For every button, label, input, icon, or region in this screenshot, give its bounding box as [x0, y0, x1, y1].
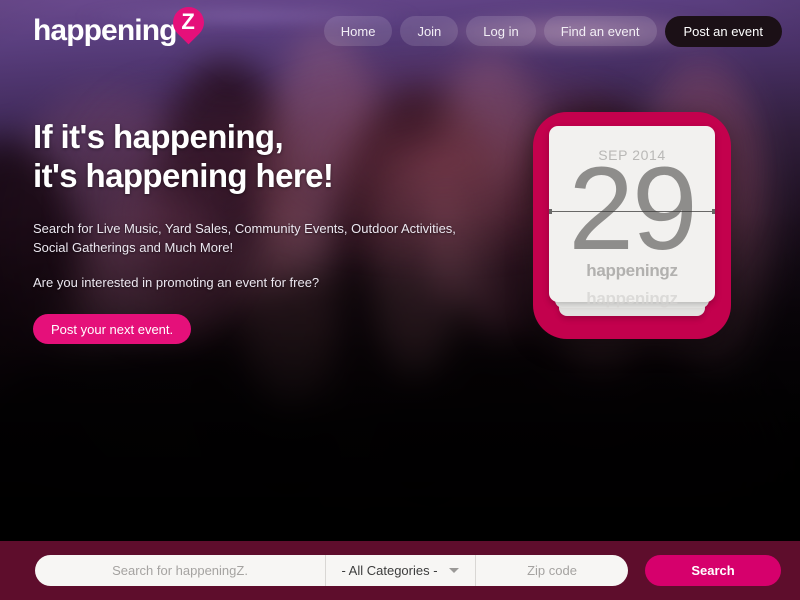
search-field-group: - All Categories -	[35, 555, 628, 586]
headline-line-2: it's happening here!	[33, 156, 334, 194]
hero-subcopy-primary: Search for Live Music, Yard Sales, Commu…	[33, 220, 456, 255]
search-bar: - All Categories - Search	[0, 541, 800, 600]
category-select[interactable]: - All Categories -	[326, 555, 475, 586]
logo-wordmark: happening	[33, 14, 177, 47]
nav-item-post-an-event[interactable]: Post an event	[664, 15, 782, 47]
logo-pin-letter: Z	[181, 9, 195, 34]
headline-line-1: If it's happening,	[33, 118, 284, 155]
calendar-front-page: SEP 2014 29 happeningz	[549, 126, 715, 302]
calendar-flip-hinge	[549, 209, 715, 214]
landing-page: happening Z Home Join Log in Find an eve…	[0, 0, 800, 600]
category-select-label: - All Categories -	[341, 563, 438, 578]
zip-code-input[interactable]	[476, 555, 628, 586]
map-pin-icon: Z	[166, 0, 210, 47]
site-header: happening Z Home Join Log in Find an eve…	[0, 0, 800, 62]
nav-item-log-in[interactable]: Log in	[466, 16, 536, 46]
search-input[interactable]	[35, 555, 325, 586]
hero-subcopy-secondary: Are you interested in promoting an event…	[33, 274, 320, 290]
page-title: If it's happening, it's happening here!	[33, 118, 503, 196]
calendar-icon: happeningz SEP 2014 29 happeningz	[533, 112, 731, 339]
calendar-brand-ghost: happeningz	[586, 289, 678, 308]
hero-content: If it's happening, it's happening here! …	[33, 118, 503, 345]
search-bar-top-strip	[0, 529, 800, 541]
search-button[interactable]: Search	[645, 555, 781, 586]
logo[interactable]: happening Z	[33, 0, 210, 53]
nav-item-home[interactable]: Home	[323, 16, 393, 46]
main-navigation: Home Join Log in Find an event Post an e…	[323, 15, 782, 47]
calendar-brand-label: happeningz	[586, 261, 678, 280]
chevron-down-icon	[449, 568, 459, 573]
nav-item-find-an-event[interactable]: Find an event	[543, 16, 657, 46]
nav-item-join[interactable]: Join	[400, 16, 459, 46]
calendar-day-number: 29	[568, 143, 697, 275]
post-your-next-event-button[interactable]: Post your next event.	[33, 314, 192, 345]
